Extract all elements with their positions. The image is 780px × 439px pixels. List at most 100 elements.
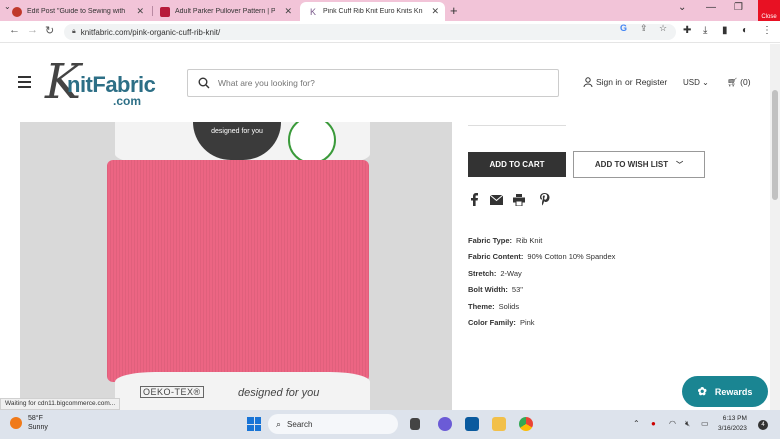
spec-row-color-family: Color Family: Pink <box>468 318 615 334</box>
facebook-icon[interactable] <box>470 193 479 206</box>
address-bar[interactable]: 🔒︎ knitfabric.com/pink-organic-cuff-rib-… <box>64 24 676 40</box>
tab-title: Pink Cuff Rib Knit Euro Knits Knit <box>323 8 423 15</box>
tab-title: Adult Parker Pullover Pattern | PD <box>175 8 275 15</box>
tab-list-chevron-icon[interactable]: ⌄ <box>678 2 686 13</box>
minimize-button[interactable]: — <box>706 2 716 13</box>
maximize-button[interactable]: ❐ <box>734 2 743 13</box>
tab-edit-post[interactable]: Edit Post "Guide to Sewing with ✕ <box>4 2 150 21</box>
account-links: Sign in or Register <box>583 77 667 87</box>
tray-overflow-chevron-icon[interactable]: ⌃ <box>633 419 640 428</box>
email-icon[interactable] <box>490 195 503 205</box>
speaker-muted-icon[interactable]: 🔇︎ <box>685 419 690 429</box>
scrollbar-thumb[interactable] <box>772 90 778 200</box>
pinterest-icon[interactable] <box>539 193 550 206</box>
designed-for-you-text: designed for you <box>238 387 320 399</box>
notification-badge[interactable]: 4 <box>758 420 768 430</box>
knitfabric-favicon-icon: K <box>308 6 318 17</box>
shopping-cart-icon: 🛒︎ <box>727 77 738 87</box>
share-icon[interactable]: ⇪ <box>640 23 648 34</box>
profile-extension-icon[interactable]: ◐ <box>742 25 748 36</box>
spec-value: Pink <box>519 317 535 327</box>
knitfabric-logo[interactable]: K nitFabric .com <box>45 58 170 110</box>
register-link[interactable]: Register <box>636 77 668 87</box>
print-icon[interactable] <box>513 194 525 206</box>
site-search-box[interactable] <box>187 69 559 97</box>
add-to-wish-list-button[interactable]: ADD TO WISH LIST ﹀ <box>573 151 705 178</box>
windows-start-icon[interactable] <box>247 417 261 431</box>
windows-taskbar: 58°F Sunny ⌕ Search ⌃ ● ◠ 🔇︎ ▭ 6:13 PM 3… <box>0 410 780 439</box>
forward-button[interactable]: → <box>27 24 38 36</box>
taskbar-search[interactable]: ⌕ Search <box>268 414 398 434</box>
logo-main-text: nitFabric <box>67 72 156 97</box>
lock-icon[interactable]: 🔒︎ <box>72 28 76 36</box>
logo-suffix: .com <box>113 94 142 108</box>
spec-label: Bolt Width: <box>468 285 508 295</box>
google-icon[interactable]: G <box>620 23 627 33</box>
cart-button[interactable]: 🛒︎ (0) <box>727 77 751 88</box>
spec-row-stretch: Stretch: 2-Way <box>468 269 615 285</box>
sign-in-link[interactable]: Sign in <box>596 77 622 87</box>
tab-parker-pullover[interactable]: Adult Parker Pullover Pattern | PD ✕ <box>152 2 298 21</box>
spec-row-fabric-content: Fabric Content: 90% Cotton 10% Spandex <box>468 252 615 268</box>
wifi-icon[interactable]: ◠ <box>669 419 676 428</box>
search-icon: ⌕ <box>276 418 282 429</box>
back-button[interactable]: ← <box>9 24 20 36</box>
oeko-tex-label: OEKO-TEX® <box>140 386 204 398</box>
wish-list-label: ADD TO WISH LIST <box>594 160 669 169</box>
chevron-down-icon: ⌄ <box>702 78 709 87</box>
more-menu-icon[interactable]: ⋮ <box>762 25 772 36</box>
spec-row-theme: Theme: Solids <box>468 302 615 318</box>
store-icon[interactable] <box>465 417 479 431</box>
chrome-icon[interactable] <box>519 417 533 431</box>
clock-time: 6:13 PM <box>722 415 747 422</box>
security-icon[interactable]: ● <box>651 419 656 428</box>
bookmark-star-icon[interactable]: ☆ <box>659 23 667 34</box>
rewards-button[interactable]: ✿ Rewards <box>682 376 768 407</box>
search-icon <box>198 77 210 89</box>
menu-hamburger-icon[interactable] <box>18 76 31 91</box>
pink-rib-knit-fabric <box>107 160 369 382</box>
gift-icon: ✿ <box>697 386 707 398</box>
rewards-label: Rewards <box>714 386 753 397</box>
system-clock[interactable]: 6:13 PM 3/16/2023 <box>718 414 747 434</box>
download-icon[interactable]: ⤓ <box>703 25 707 36</box>
add-to-cart-button[interactable]: ADD TO CART <box>468 152 566 177</box>
weather-condition: Sunny <box>28 424 48 431</box>
close-window-button[interactable]: Close <box>758 0 780 21</box>
new-tab-button[interactable]: + <box>450 3 458 18</box>
weather-temp: 58°F <box>28 415 43 422</box>
battery-icon[interactable]: ▭ <box>701 419 709 428</box>
pinterest-favicon-icon <box>160 6 170 17</box>
tab-pink-cuff[interactable]: K Pink Cuff Rib Knit Euro Knits Knit ✕ <box>300 2 445 21</box>
teams-chat-icon[interactable] <box>438 417 452 431</box>
cart-count: (0) <box>740 77 751 87</box>
currency-selector[interactable]: USD ⌄ <box>683 78 709 87</box>
spec-value: Rib Knit <box>516 236 543 245</box>
extensions-puzzle-icon[interactable]: ✚ <box>683 25 691 36</box>
browser-status-bar: Waiting for cdn11.bigcommerce.com... <box>0 398 121 410</box>
tab-close-icon[interactable]: ✕ <box>284 6 292 17</box>
spec-value: 2-Way <box>500 268 522 278</box>
wordpress-favicon-icon <box>12 6 22 17</box>
product-image[interactable]: designed for you OEKO-TEX® designed for … <box>20 122 452 412</box>
reload-button[interactable]: ↻ <box>45 24 54 37</box>
spec-value: 53" <box>511 285 523 295</box>
task-view-icon[interactable] <box>410 418 420 430</box>
side-panel-icon[interactable]: ▮ <box>722 25 728 36</box>
tab-close-icon[interactable]: ✕ <box>431 6 439 17</box>
file-explorer-icon[interactable] <box>492 417 506 431</box>
user-icon <box>583 77 593 87</box>
product-specs: Fabric Type: Rib Knit Fabric Content: 90% … <box>468 236 615 334</box>
divider <box>468 125 566 126</box>
sun-icon <box>10 417 22 429</box>
badge-text: designed for you <box>211 128 263 135</box>
spec-value: Solids <box>498 301 520 311</box>
tab-close-icon[interactable]: ✕ <box>136 6 144 17</box>
tab-title: Edit Post "Guide to Sewing with <box>27 8 126 15</box>
clock-date: 3/16/2023 <box>718 425 747 432</box>
spec-row-bolt-width: Bolt Width: 53" <box>468 285 615 301</box>
spec-label: Stretch: <box>468 268 497 278</box>
search-input[interactable] <box>218 78 518 88</box>
page-scrollbar[interactable] <box>770 44 780 410</box>
weather-widget[interactable]: 58°F Sunny <box>10 414 48 432</box>
